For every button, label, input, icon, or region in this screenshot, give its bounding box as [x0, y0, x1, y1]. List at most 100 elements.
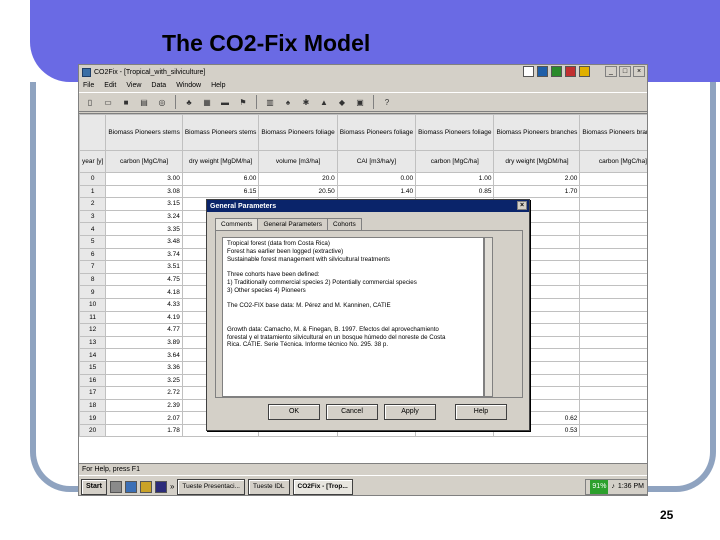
- grid-cell[interactable]: [579, 398, 647, 413]
- row-header-cell[interactable]: 11: [79, 310, 107, 325]
- grid-cell[interactable]: [579, 335, 647, 350]
- grid-cell[interactable]: 6.15: [181, 184, 260, 199]
- grid-cell[interactable]: 3.15: [105, 197, 183, 211]
- bioenergy-icon[interactable]: ⚑: [236, 95, 250, 109]
- row-header-cell[interactable]: 5: [79, 234, 107, 249]
- grid-cell[interactable]: 3.36: [105, 360, 183, 375]
- stop-icon[interactable]: [565, 66, 576, 77]
- row-header-cell[interactable]: 1: [79, 184, 107, 199]
- grid-cell[interactable]: 1.15: [579, 423, 647, 438]
- grid-cell[interactable]: 2.72: [105, 386, 183, 400]
- grid-cell[interactable]: 1.00: [415, 172, 495, 186]
- grid-cell[interactable]: 2.39: [105, 398, 183, 413]
- grid-cell[interactable]: 0.00: [336, 172, 417, 186]
- check-icon[interactable]: [551, 66, 562, 77]
- browser-icon[interactable]: [124, 480, 137, 493]
- grid-cell[interactable]: 3.74: [105, 247, 183, 262]
- biomass-icon[interactable]: ♣: [182, 95, 196, 109]
- row-header-cell[interactable]: 18: [79, 398, 107, 413]
- row-header-cell[interactable]: 9: [79, 285, 107, 299]
- row-header-cell[interactable]: 2: [79, 197, 107, 211]
- row-header-cell[interactable]: 16: [79, 373, 107, 388]
- grid-cell[interactable]: [579, 310, 647, 325]
- grid-cell[interactable]: 4.75: [105, 272, 183, 287]
- row-header-cell[interactable]: 12: [79, 323, 107, 337]
- menu-data[interactable]: Data: [151, 82, 166, 89]
- grid-cell[interactable]: 3.00: [105, 172, 183, 186]
- table-icon[interactable]: ▥: [263, 95, 277, 109]
- grid-cell[interactable]: 1.78: [105, 423, 183, 438]
- grid-cell[interactable]: 1.00: [579, 172, 647, 186]
- smiley-icon[interactable]: [579, 66, 590, 77]
- tab-comments[interactable]: Comments: [215, 218, 259, 230]
- menu-edit[interactable]: Edit: [104, 82, 116, 89]
- row-header-cell[interactable]: 10: [79, 297, 107, 312]
- products-icon[interactable]: ▬: [218, 95, 232, 109]
- window-cascade-icon[interactable]: [537, 66, 548, 77]
- quick-launch-more[interactable]: »: [170, 482, 174, 491]
- outlook-icon[interactable]: [139, 480, 152, 493]
- grid-cell[interactable]: 3.51: [105, 260, 183, 274]
- grid-cell[interactable]: 1.40: [336, 184, 417, 199]
- grid-cell[interactable]: 20.50: [258, 184, 338, 199]
- tray-badge[interactable]: 91%: [590, 479, 609, 494]
- menu-file[interactable]: File: [83, 82, 94, 89]
- row-header-cell[interactable]: 6: [79, 247, 107, 262]
- grid-cell[interactable]: [579, 373, 647, 388]
- grid-cell[interactable]: [579, 272, 647, 287]
- cancel-button[interactable]: Cancel: [326, 404, 378, 420]
- grid-cell[interactable]: 3.48: [105, 234, 183, 249]
- new-file-icon[interactable]: ▯: [83, 95, 97, 109]
- row-header-cell[interactable]: 13: [79, 335, 107, 350]
- close-button[interactable]: ×: [633, 66, 645, 77]
- comments-textarea[interactable]: Tropical forest (data from Costa Rica) Fo…: [222, 237, 484, 397]
- grid-cell[interactable]: [579, 234, 647, 249]
- grid-cell[interactable]: 2.00: [493, 172, 581, 186]
- maximize-button[interactable]: □: [619, 66, 631, 77]
- grid-cell[interactable]: 1.34: [579, 411, 647, 425]
- print-icon[interactable]: ▤: [137, 95, 151, 109]
- grid-cell[interactable]: [579, 209, 647, 224]
- media-icon[interactable]: [154, 480, 167, 493]
- preview-icon[interactable]: ◎: [155, 95, 169, 109]
- tab-cohorts[interactable]: Cohorts: [326, 218, 362, 230]
- volume-icon[interactable]: ♪: [611, 480, 615, 494]
- table-row[interactable]: 13.086.1520.501.400.851.701.132.260.541.…: [79, 184, 647, 199]
- table-row[interactable]: 03.006.0020.00.001.002.001.002.000.501.0…: [79, 172, 647, 186]
- help-button[interactable]: Help: [455, 404, 507, 420]
- grid-cell[interactable]: [579, 297, 647, 312]
- menu-window[interactable]: Window: [176, 82, 201, 89]
- desktop-icon[interactable]: [109, 480, 122, 493]
- grid-cell[interactable]: 1.13: [579, 184, 647, 199]
- apply-button[interactable]: Apply: [384, 404, 436, 420]
- start-button[interactable]: Start: [81, 478, 107, 495]
- grid-cell[interactable]: [579, 360, 647, 375]
- graph-icon[interactable]: ◆: [335, 95, 349, 109]
- ok-button[interactable]: OK: [268, 404, 320, 420]
- grid-cell[interactable]: 0.85: [415, 184, 495, 199]
- tree-icon[interactable]: ♠: [281, 95, 295, 109]
- grid-cell[interactable]: [579, 348, 647, 362]
- minimize-button[interactable]: _: [605, 66, 617, 77]
- row-header-cell[interactable]: 17: [79, 386, 107, 400]
- grid-cell[interactable]: 3.35: [105, 222, 183, 236]
- grid-cell[interactable]: 4.18: [105, 285, 183, 299]
- menu-view[interactable]: View: [126, 82, 141, 89]
- row-header-cell[interactable]: 0: [79, 172, 107, 186]
- grid-cell[interactable]: 4.77: [105, 323, 183, 337]
- grid-cell[interactable]: 20.0: [258, 172, 338, 186]
- grid-cell[interactable]: [579, 323, 647, 337]
- soil-icon[interactable]: ▦: [200, 95, 214, 109]
- dialog-close-button[interactable]: ×: [517, 201, 527, 210]
- task-idl[interactable]: Tueste IDL: [247, 478, 290, 495]
- calculator-icon[interactable]: ▣: [353, 95, 367, 109]
- grid-cell[interactable]: 4.19: [105, 310, 183, 325]
- row-header-cell[interactable]: 3: [79, 209, 107, 224]
- chart-icon[interactable]: ▲: [317, 95, 331, 109]
- row-header-cell[interactable]: 7: [79, 260, 107, 274]
- grid-cell[interactable]: 1.70: [493, 184, 581, 199]
- grid-cell[interactable]: 3.25: [105, 373, 183, 388]
- grid-cell[interactable]: [579, 197, 647, 211]
- dialog-titlebar[interactable]: General Parameters ×: [207, 200, 529, 212]
- comments-scrollbar[interactable]: [484, 237, 493, 397]
